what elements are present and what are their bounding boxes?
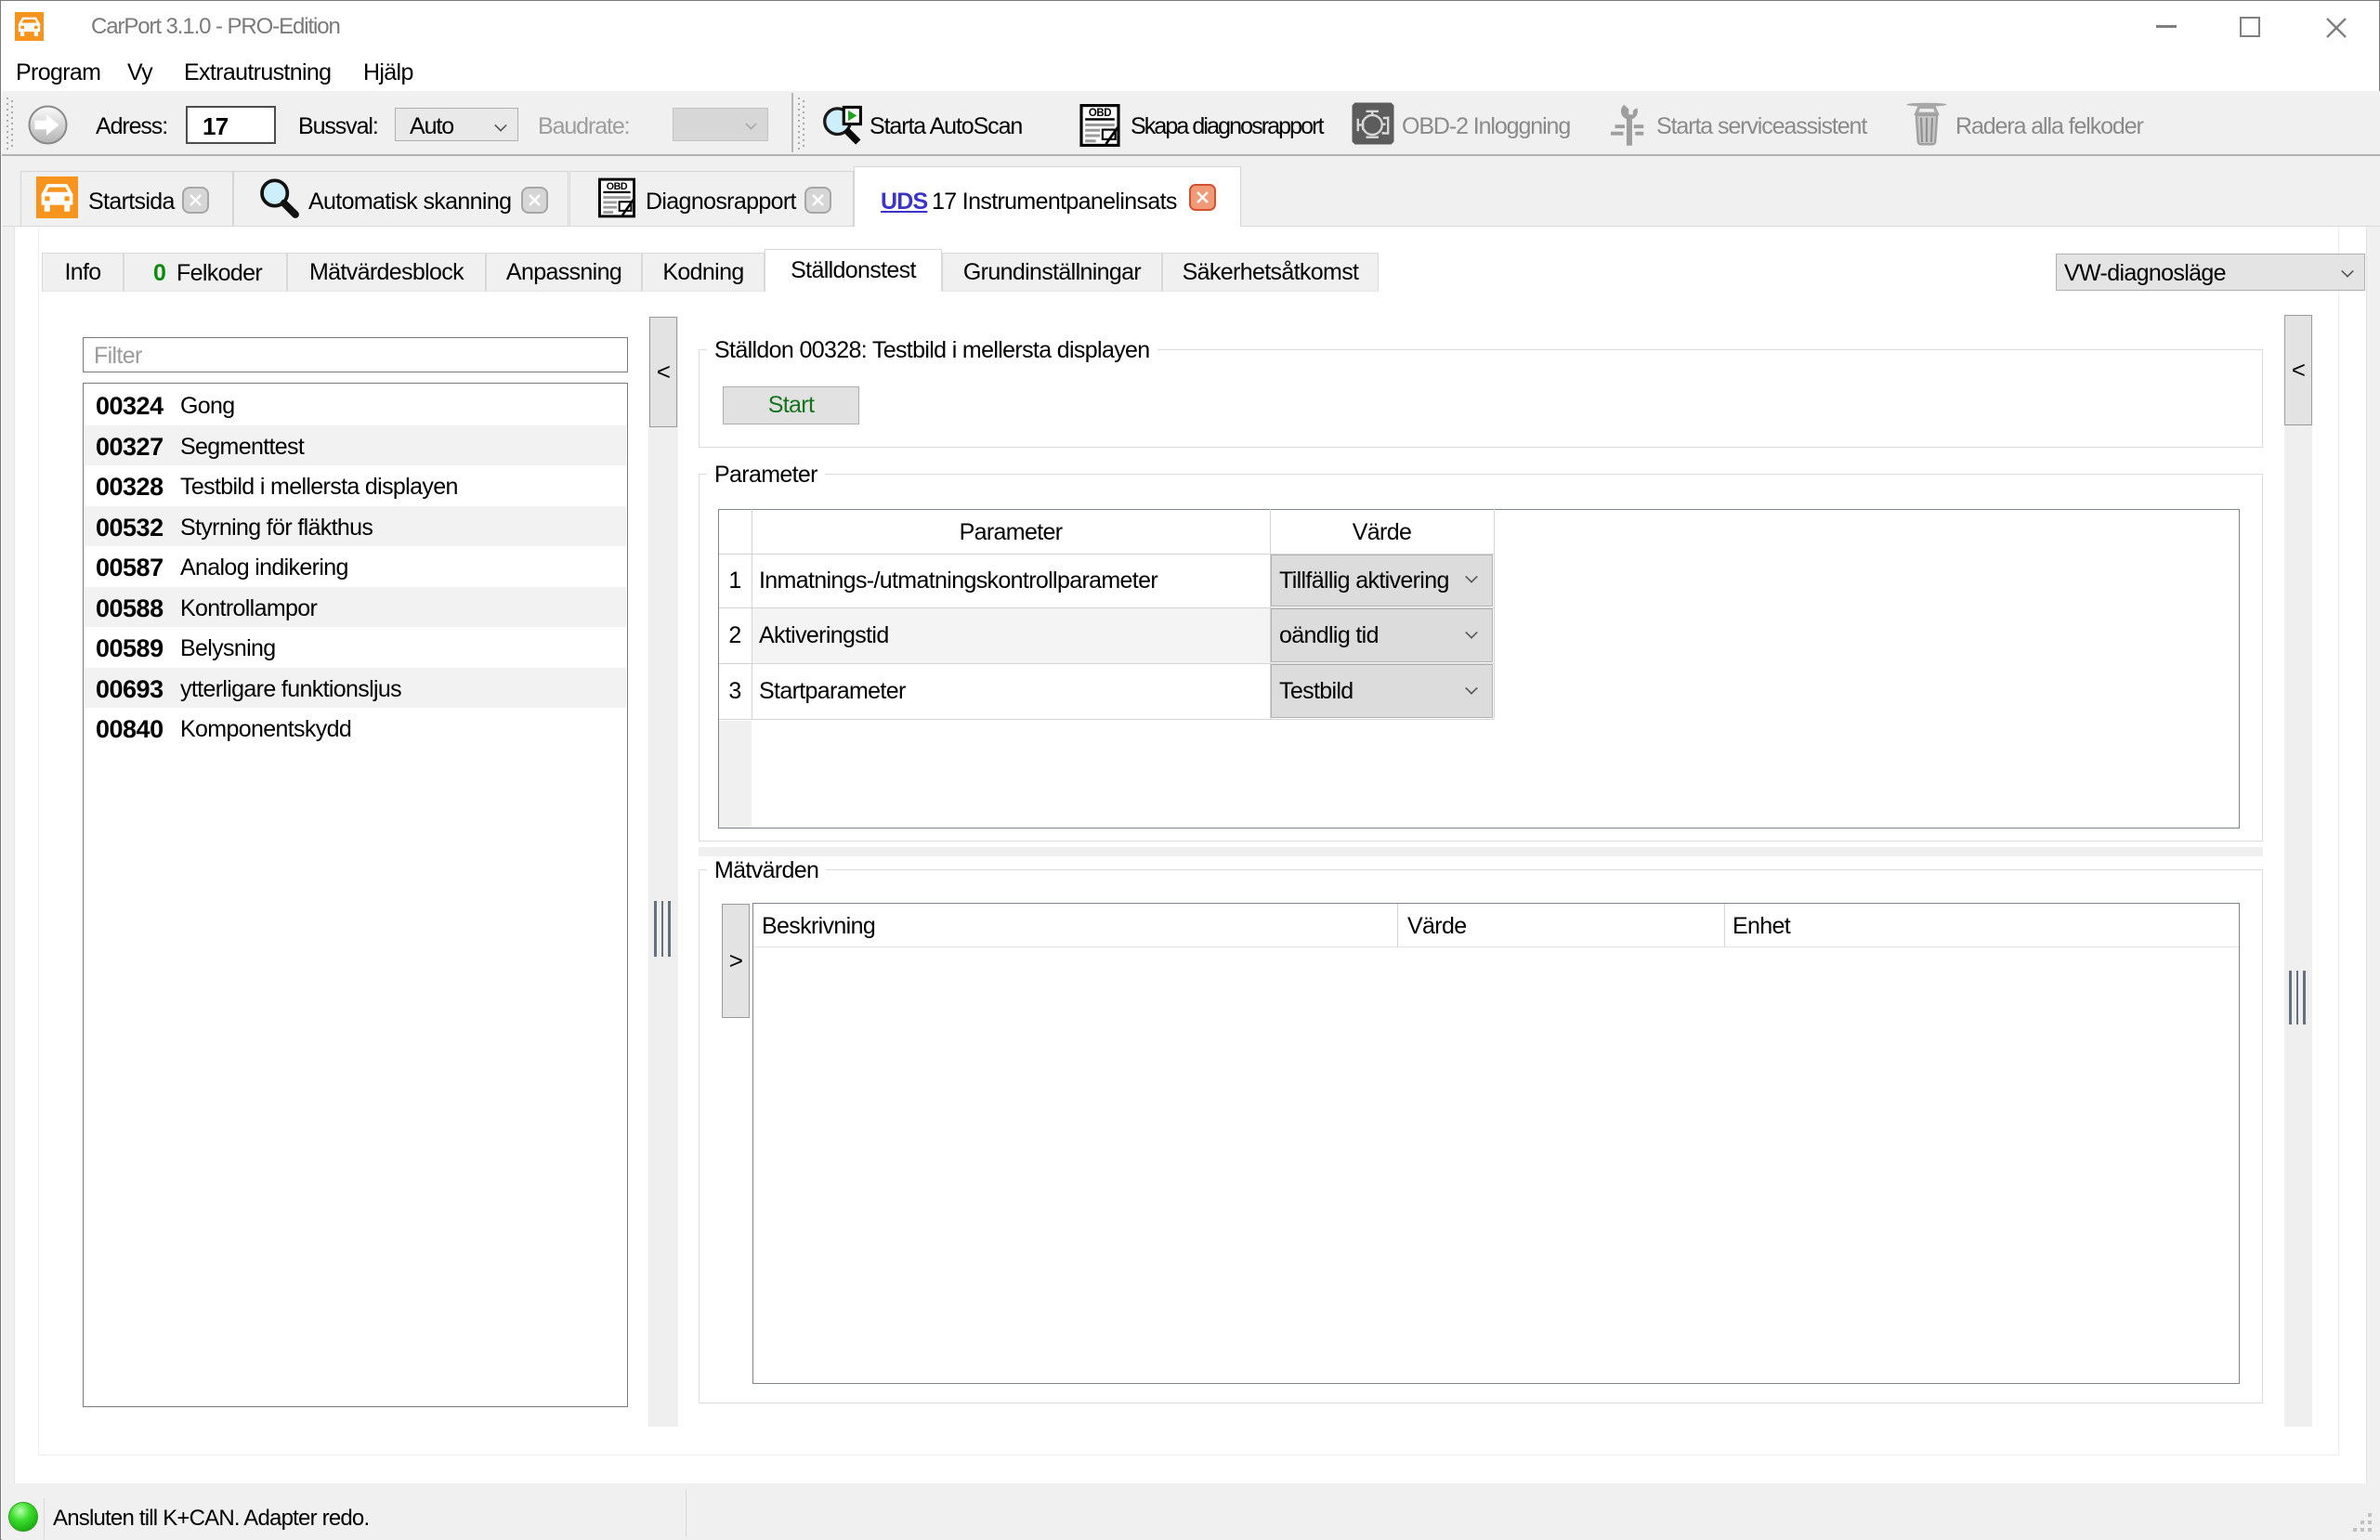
svg-text:OBD: OBD: [1089, 108, 1111, 119]
svg-text:OBD: OBD: [607, 181, 628, 192]
